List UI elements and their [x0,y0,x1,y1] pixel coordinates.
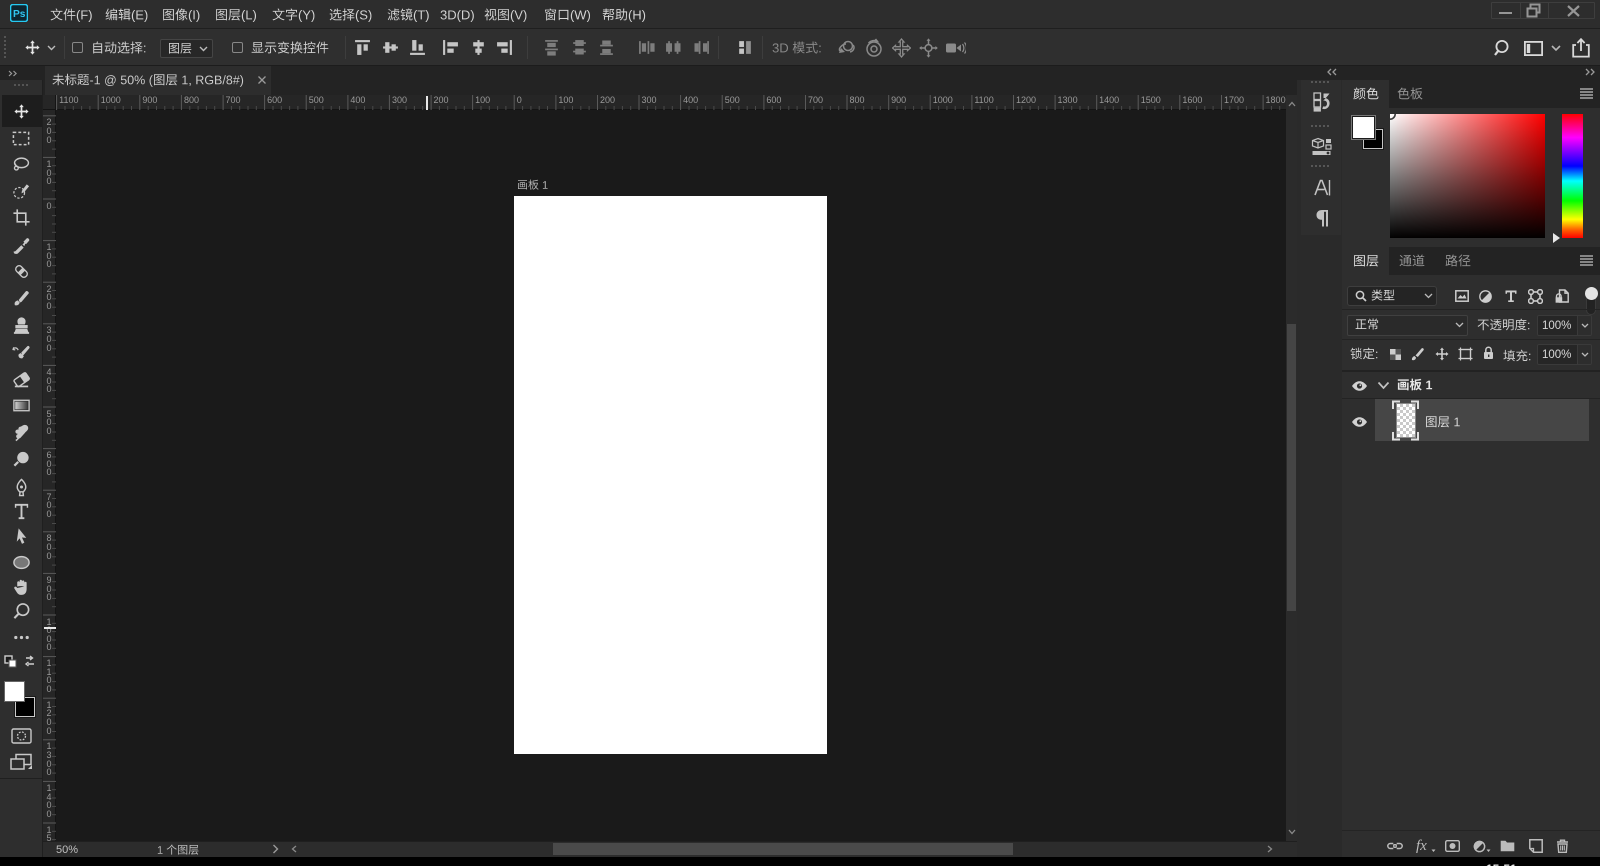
svg-text:Ps: Ps [13,9,26,20]
